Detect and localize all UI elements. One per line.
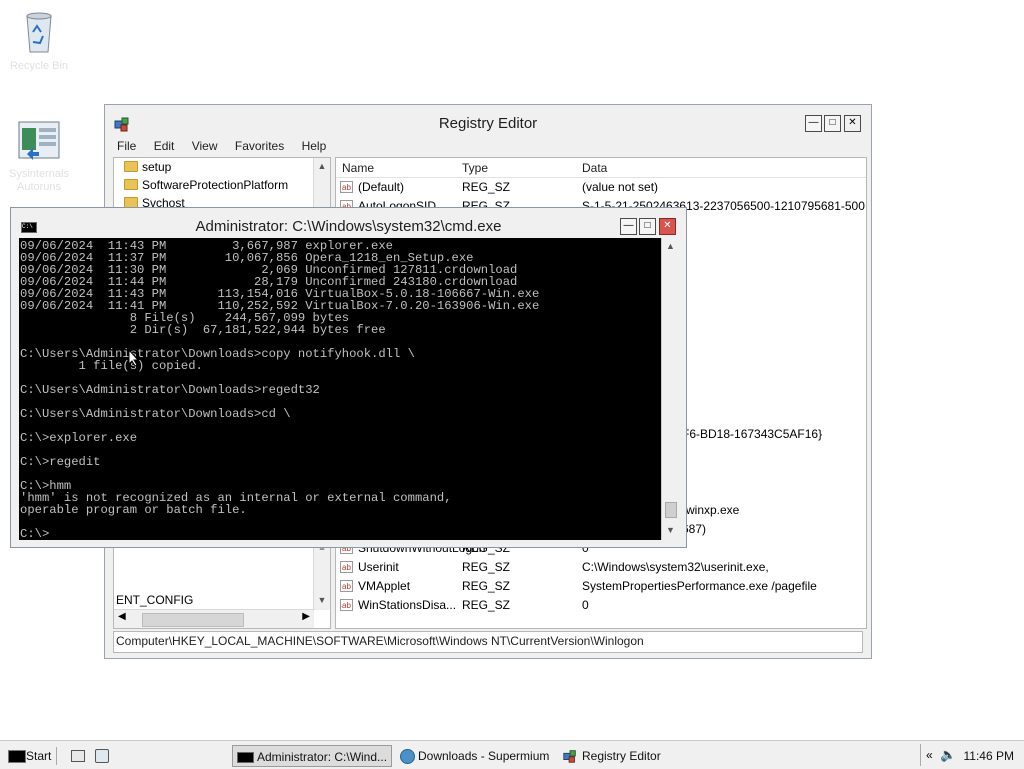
quicklaunch-desktop-icon[interactable]	[70, 745, 86, 767]
divider	[56, 747, 57, 765]
scroll-down-arrow-icon[interactable]: ▼	[314, 592, 330, 608]
scroll-thumb[interactable]	[142, 613, 244, 627]
menu-file[interactable]: File	[117, 139, 136, 153]
column-header-type[interactable]: Type	[462, 161, 488, 175]
command-prompt-window[interactable]: C:\ Administrator: C:\Windows\system32\c…	[10, 207, 687, 548]
desktop-icon-recycle-bin[interactable]: Recycle Bin	[4, 6, 74, 73]
application-window-icon	[18, 121, 60, 160]
values-header: Name Type Data	[336, 158, 866, 178]
string-value-icon: ab	[340, 561, 353, 573]
desktop-icon-shortcut[interactable]: Sysinternals Autoruns	[4, 120, 74, 194]
show-hidden-icons-icon[interactable]: «	[926, 748, 933, 762]
string-value-icon: ab	[340, 181, 353, 193]
console-output[interactable]: 09/06/2024 11:43 PM 3,667,987 explorer.e…	[19, 238, 661, 540]
registry-icon	[563, 750, 576, 763]
close-button[interactable]: ✕	[659, 218, 676, 235]
taskbar-clock[interactable]: 11:46 PM	[964, 749, 1014, 763]
mouse-cursor-icon	[128, 349, 140, 367]
registry-editor-titlebar[interactable]: Registry Editor — □ ✕	[105, 105, 871, 141]
taskbar: Start Administrator: C:\Wind... Download…	[0, 740, 1024, 769]
scroll-right-arrow-icon[interactable]: ▶	[302, 611, 310, 622]
tree-horizontal-scrollbar[interactable]: ◀ ▶	[114, 609, 314, 628]
start-button[interactable]: Start	[6, 745, 51, 767]
minimize-button[interactable]: —	[805, 115, 822, 132]
menu-edit[interactable]: Edit	[154, 139, 175, 153]
maximize-button[interactable]: □	[639, 218, 656, 235]
close-button[interactable]: ✕	[844, 115, 861, 132]
scroll-down-arrow-icon[interactable]: ▼	[662, 522, 679, 538]
folder-icon	[124, 161, 138, 172]
recycle-bin-icon	[26, 12, 52, 53]
minimize-button[interactable]: —	[620, 218, 637, 235]
menu-view[interactable]: View	[192, 139, 218, 153]
scroll-thumb[interactable]	[665, 502, 677, 518]
window-title: Administrator: C:\Windows\system32\cmd.e…	[195, 218, 502, 235]
taskbar-item-browser[interactable]: Downloads - Supermium	[398, 745, 549, 767]
scroll-left-arrow-icon[interactable]: ◀	[118, 611, 126, 622]
menu-favorites[interactable]: Favorites	[235, 139, 284, 153]
quicklaunch-explorer-icon[interactable]	[94, 745, 110, 767]
system-tray: « 🔈 11:46 PM	[920, 744, 1024, 768]
column-header-name[interactable]: Name	[342, 161, 374, 175]
scroll-up-arrow-icon[interactable]: ▲	[314, 158, 330, 174]
value-row[interactable]: ab WinStationsDisa... REG_SZ 0	[336, 596, 866, 615]
console-scrollbar[interactable]: ▲ ▼	[661, 238, 679, 540]
maximize-button[interactable]: □	[824, 115, 841, 132]
console-icon	[237, 752, 254, 763]
string-value-icon: ab	[340, 580, 353, 592]
tree-item[interactable]: ENT_CONFIG	[114, 591, 193, 609]
value-row[interactable]: ab VMApplet REG_SZ SystemPropertiesPerfo…	[336, 577, 866, 596]
start-icon	[8, 750, 26, 763]
string-value-icon: ab	[340, 599, 353, 611]
desktop-icon-label: Sysinternals Autoruns	[9, 168, 69, 193]
browser-icon	[400, 749, 415, 764]
status-bar-path: Computer\HKEY_LOCAL_MACHINE\SOFTWARE\Mic…	[113, 631, 863, 653]
taskbar-item-regedit[interactable]: Registry Editor	[562, 745, 661, 767]
console-text: 09/06/2024 11:43 PM 3,667,987 explorer.e…	[20, 239, 540, 540]
value-row[interactable]: ab (Default) REG_SZ (value not set)	[336, 178, 866, 197]
column-header-data[interactable]: Data	[582, 161, 607, 175]
folder-icon	[124, 179, 138, 190]
value-row[interactable]: ab Userinit REG_SZ C:\Windows\system32\u…	[336, 558, 866, 577]
tree-item[interactable]: SoftwareProtectionPlatform	[114, 176, 330, 194]
menu-bar: File Edit View Favorites Help	[117, 139, 340, 157]
window-title: Registry Editor	[438, 115, 538, 132]
desktop-icon-label: Recycle Bin	[9, 60, 69, 72]
menu-help[interactable]: Help	[302, 139, 327, 153]
taskbar-item-cmd[interactable]: Administrator: C:\Wind...	[232, 745, 392, 767]
scroll-up-arrow-icon[interactable]: ▲	[662, 238, 679, 254]
volume-icon[interactable]: 🔈	[940, 747, 956, 763]
tree-item[interactable]: setup	[114, 158, 330, 176]
